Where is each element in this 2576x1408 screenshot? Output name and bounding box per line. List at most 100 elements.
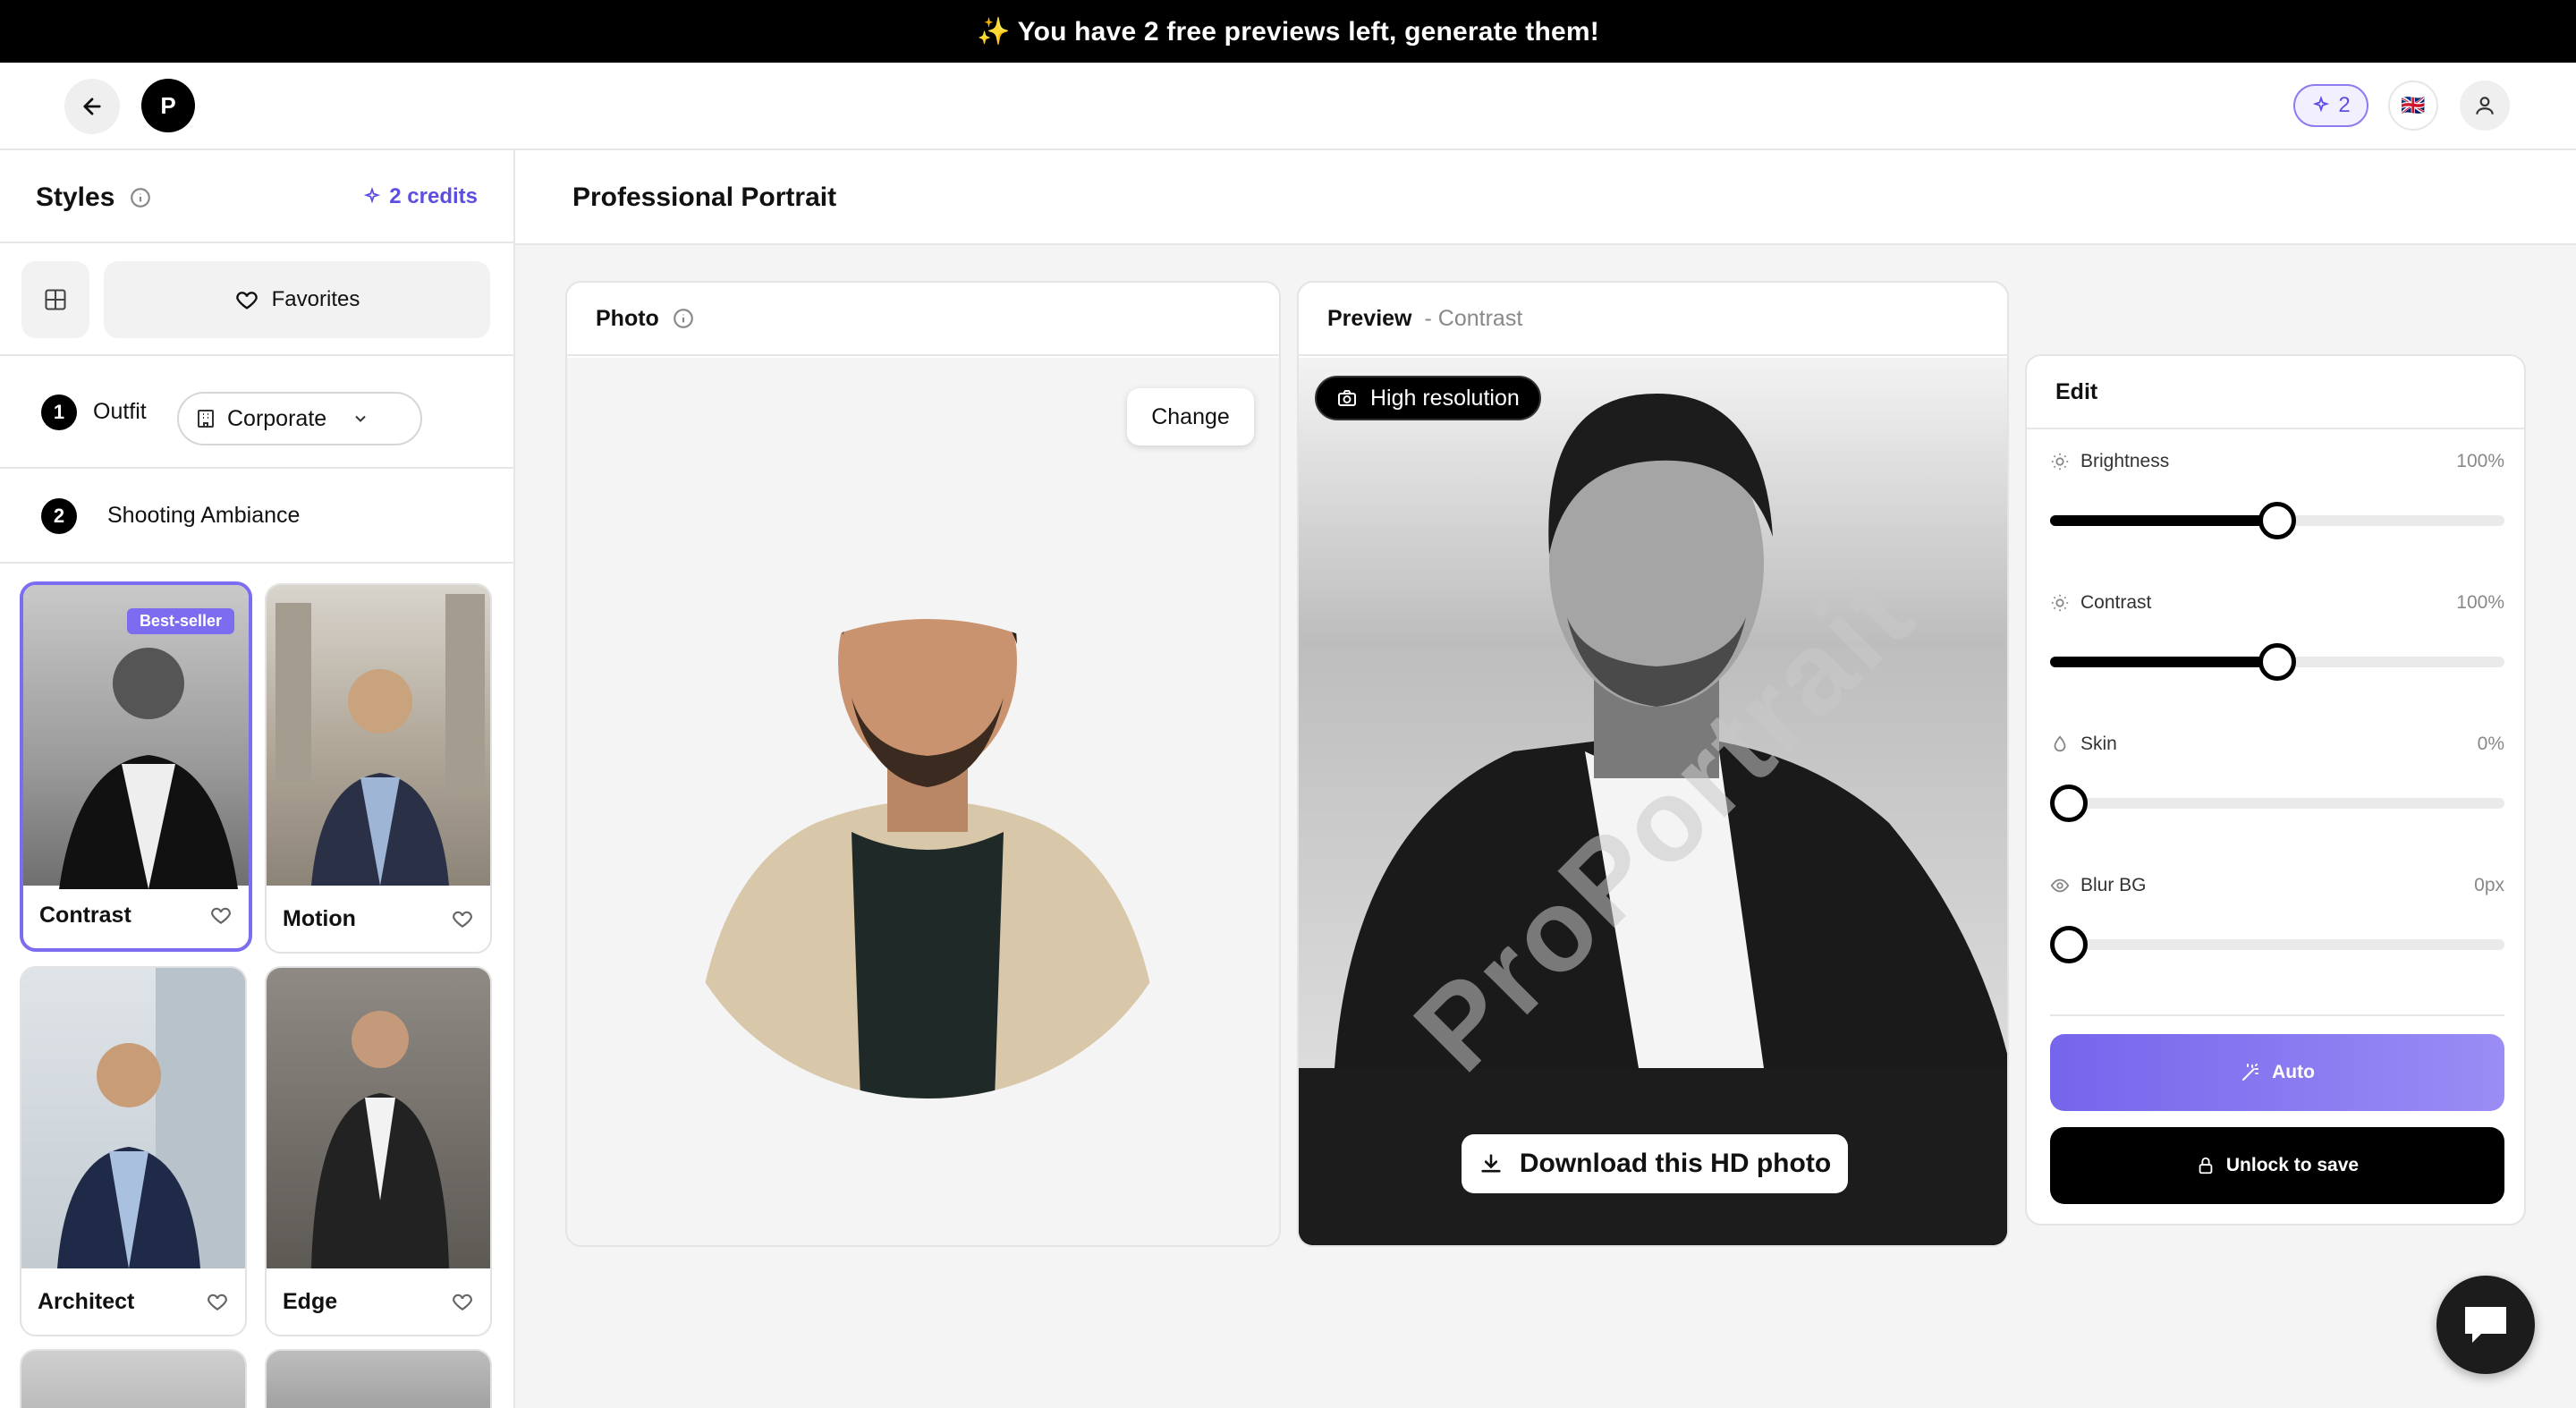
- style-name: Edge: [283, 1289, 338, 1314]
- chevron-down-icon: [355, 415, 366, 422]
- style-thumbnail: [21, 1351, 245, 1408]
- style-thumbnail: [267, 585, 490, 886]
- heart-icon[interactable]: [451, 907, 474, 930]
- heart-icon[interactable]: [209, 903, 233, 927]
- info-icon[interactable]: [672, 307, 695, 330]
- style-card[interactable]: [20, 1349, 247, 1408]
- top-header: P 2 🇬🇧: [0, 63, 2576, 150]
- download-label: Download this HD photo: [1519, 1149, 1832, 1178]
- photo-panel: Photo Change: [565, 281, 1281, 1247]
- portrait-silhouette: [275, 594, 485, 886]
- photo-title: Photo: [596, 305, 659, 331]
- slider-value: 0%: [2477, 734, 2504, 754]
- favorites-label: Favorites: [271, 287, 360, 311]
- slider-fill: [2050, 657, 2277, 667]
- change-photo-button[interactable]: Change: [1127, 388, 1254, 445]
- edit-panel-header: Edit: [2027, 356, 2524, 429]
- sparkle-icon: [2313, 96, 2330, 113]
- preview-image-area: High resolution ProPortrait Download thi…: [1299, 358, 2007, 1245]
- step-number: 1: [41, 394, 77, 430]
- slider-track[interactable]: [2050, 926, 2504, 963]
- outfit-dropdown[interactable]: Corporate: [177, 392, 422, 445]
- slider-handle[interactable]: [2050, 926, 2088, 963]
- download-hd-button[interactable]: Download this HD photo: [1462, 1134, 1848, 1193]
- step-label: Shooting Ambiance: [107, 503, 301, 528]
- slider-track[interactable]: [2050, 502, 2504, 539]
- skin-slider[interactable]: Skin 0%: [2050, 734, 2504, 822]
- style-thumbnail: [21, 968, 245, 1268]
- sidebar-credits-text: 2 credits: [389, 184, 478, 208]
- style-name: Motion: [283, 906, 356, 931]
- slider-label: Skin: [2080, 734, 2117, 754]
- style-card[interactable]: [265, 1349, 492, 1408]
- heart-icon: [235, 292, 258, 310]
- preview-panel-header: Preview - Contrast: [1299, 283, 2007, 356]
- slider-label: Blur BG: [2080, 875, 2147, 895]
- slider-value: 100%: [2456, 592, 2504, 613]
- style-card-motion[interactable]: Motion: [265, 583, 492, 954]
- slider-track[interactable]: [2050, 785, 2504, 822]
- slider-value: 100%: [2456, 451, 2504, 471]
- chat-support-button[interactable]: [2436, 1276, 2535, 1374]
- badge-text: High resolution: [1370, 385, 1520, 411]
- back-button[interactable]: [64, 79, 120, 134]
- grid-icon: [45, 289, 66, 310]
- slider-handle[interactable]: [2050, 785, 2088, 822]
- contrast-slider[interactable]: Contrast 100%: [2050, 592, 2504, 681]
- unlock-to-save-button[interactable]: Unlock to save: [2050, 1127, 2504, 1204]
- edit-title: Edit: [2055, 378, 2098, 404]
- slider-handle[interactable]: [2258, 643, 2296, 681]
- portrait-silhouette: [311, 1011, 449, 1268]
- slider-handle[interactable]: [2258, 502, 2296, 539]
- slider-track[interactable]: [2050, 643, 2504, 681]
- language-button[interactable]: 🇬🇧: [2388, 81, 2438, 131]
- magic-wand-icon: [2242, 1064, 2259, 1081]
- unlock-label: Unlock to save: [2225, 1155, 2360, 1175]
- credits-count: 2: [2338, 93, 2351, 117]
- credits-pill[interactable]: 2: [2293, 84, 2368, 127]
- drop-icon: [2054, 735, 2066, 752]
- slider-value: 0px: [2474, 875, 2504, 895]
- divider: [2050, 1014, 2504, 1016]
- style-card-edge[interactable]: Edge: [265, 966, 492, 1336]
- blur-bg-slider[interactable]: Blur BG 0px: [2050, 875, 2504, 963]
- high-resolution-badge: High resolution: [1315, 376, 1541, 420]
- style-card-architect[interactable]: Architect: [20, 966, 247, 1336]
- photo-panel-header: Photo: [567, 283, 1279, 356]
- uk-flag-icon: 🇬🇧: [2401, 94, 2426, 117]
- favorites-button[interactable]: Favorites: [104, 261, 490, 338]
- info-icon[interactable]: [129, 186, 152, 209]
- sidebar-title: Styles: [36, 182, 152, 213]
- edit-panel: Edit Brightness 100% Contrast 100% Skin …: [2025, 354, 2526, 1226]
- portrait-silhouette: [57, 968, 245, 1268]
- style-name: Contrast: [39, 903, 131, 928]
- sidebar-credits[interactable]: 2 credits: [362, 184, 478, 209]
- user-icon: [2476, 97, 2494, 115]
- download-icon: [1481, 1154, 1501, 1173]
- banner-text: ✨ You have 2 free previews left, generat…: [977, 16, 1599, 47]
- brightness-slider[interactable]: Brightness 100%: [2050, 451, 2504, 539]
- heart-icon[interactable]: [206, 1290, 229, 1313]
- grid-view-button[interactable]: [21, 261, 89, 338]
- style-card-contrast[interactable]: Best-seller Contrast: [20, 581, 252, 952]
- slider-label: Contrast: [2080, 592, 2152, 613]
- preview-style-name: - Contrast: [1424, 305, 1523, 331]
- sun-icon: [2051, 594, 2069, 612]
- eye-icon: [2050, 878, 2070, 893]
- step-number: 2: [41, 498, 77, 534]
- slider-label: Brightness: [2080, 451, 2170, 471]
- step-ambiance: 2 Shooting Ambiance: [0, 469, 513, 564]
- sun-icon: [2051, 453, 2069, 471]
- lock-icon: [2199, 1157, 2213, 1175]
- styles-sidebar: Styles 2 credits Favorites 1 Outfit Corp…: [0, 150, 515, 1408]
- style-name: Architect: [38, 1289, 135, 1314]
- account-button[interactable]: [2460, 81, 2510, 131]
- heart-icon[interactable]: [451, 1290, 474, 1313]
- app-logo[interactable]: P: [141, 79, 195, 132]
- preview-panel: Preview - Contrast High resolution ProPo…: [1297, 281, 2009, 1247]
- main-header: Professional Portrait: [515, 150, 2576, 245]
- promo-banner: ✨ You have 2 free previews left, generat…: [0, 0, 2576, 63]
- auto-button[interactable]: Auto: [2050, 1034, 2504, 1111]
- best-seller-badge: Best-seller: [126, 608, 234, 634]
- preview-photo: [1299, 358, 2007, 1068]
